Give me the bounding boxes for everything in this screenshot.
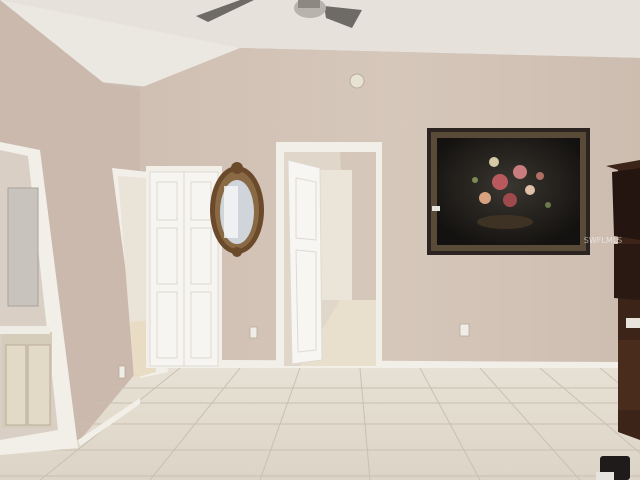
hallway-doorway — [276, 142, 382, 366]
room-photo: SWFLMLS — [0, 0, 640, 480]
outlet — [249, 326, 258, 339]
outlet — [459, 323, 470, 337]
thermostat — [349, 73, 365, 89]
watermark: SWFLMLS — [584, 236, 622, 245]
hallway-door — [287, 159, 323, 365]
outlet — [118, 365, 126, 379]
framed-painting — [427, 128, 590, 255]
floor-items — [596, 456, 630, 480]
